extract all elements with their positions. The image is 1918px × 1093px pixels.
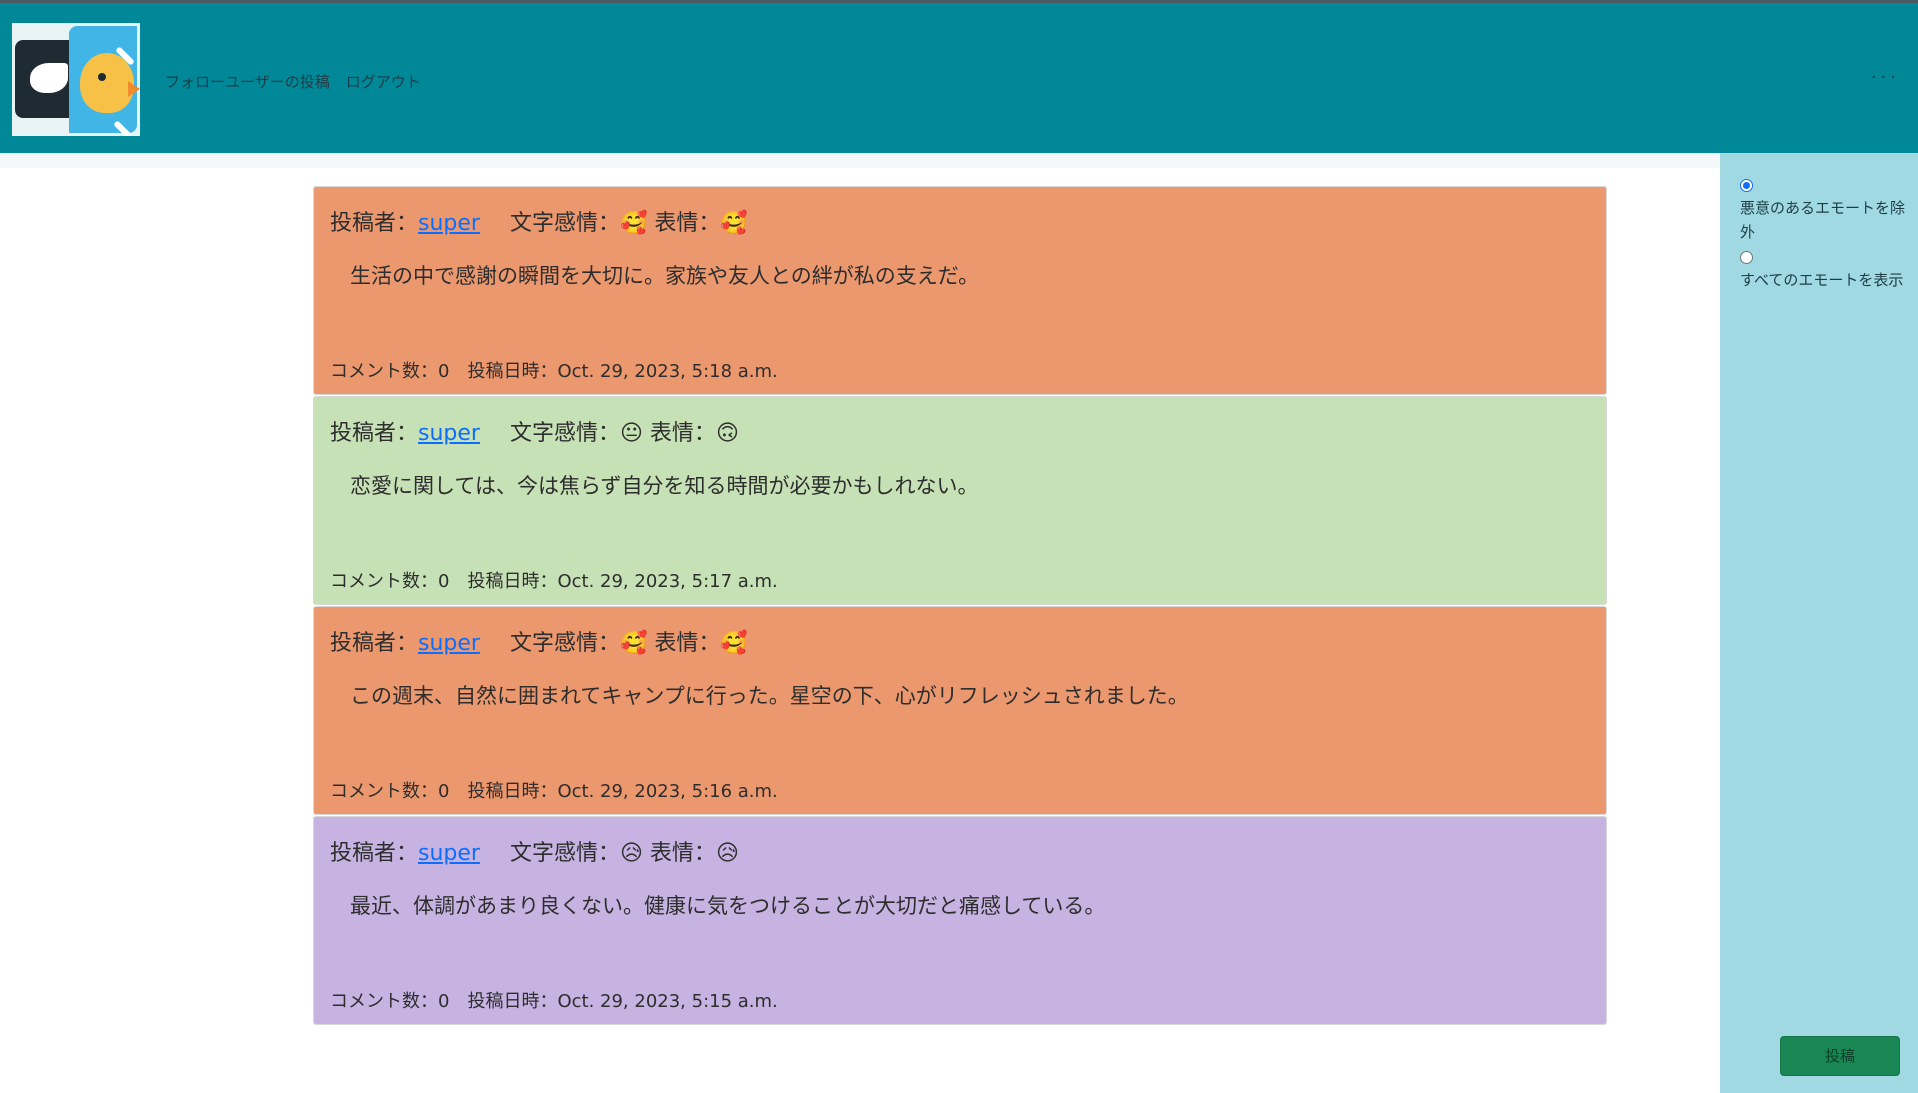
comment-count: コメント数：0 xyxy=(330,991,450,1012)
face-emotion-icon: 🥰 xyxy=(720,631,748,656)
post-body: 恋愛に関しては、今は焦らず自分を知る時間が必要かもしれない。 xyxy=(350,474,979,498)
face-emotion-label: 表情： xyxy=(649,421,716,446)
author-link[interactable]: super xyxy=(418,421,480,446)
post-footer: コメント数：0 投稿日時：Oct. 29, 2023, 5:18 a.m. xyxy=(330,357,778,383)
post-body: この週末、自然に囲まれてキャンプに行った。星空の下、心がリフレッシュされました。 xyxy=(350,684,1189,708)
post-date: 投稿日時：Oct. 29, 2023, 5:18 a.m. xyxy=(467,361,778,382)
post-list: 投稿者：super 文字感情：🥰 表情：🥰 生活の中で感謝の瞬間を大切に。家族や友… xyxy=(313,186,1607,1026)
logo-eye-icon xyxy=(98,73,106,81)
face-emotion-label: 表情： xyxy=(654,211,721,236)
post-date: 投稿日時：Oct. 29, 2023, 5:17 a.m. xyxy=(467,571,778,592)
post-header: 投稿者：super 文字感情：😐 表情：🙃 xyxy=(330,415,739,447)
logo-wing-icon xyxy=(30,63,68,93)
app-logo[interactable] xyxy=(12,23,140,136)
face-emotion-label: 表情： xyxy=(654,631,721,656)
content-top-strip xyxy=(0,153,1720,168)
post-card: 投稿者：super 文字感情：🥰 表情：🥰 この週末、自然に囲まれてキャンプに行っ… xyxy=(313,606,1607,815)
text-emotion-icon: 😐 xyxy=(619,421,643,446)
author-link[interactable]: super xyxy=(418,631,480,656)
face-emotion-icon: 🙃 xyxy=(715,421,739,446)
author-link[interactable]: super xyxy=(418,841,480,866)
post-footer: コメント数：0 投稿日時：Oct. 29, 2023, 5:15 a.m. xyxy=(330,987,778,1013)
post-card: 投稿者：super 文字感情：😥 表情：😥 最近、体調があまり良くない。健康に気を… xyxy=(313,816,1607,1025)
text-emotion-label: 文字感情： xyxy=(509,841,620,866)
nav-followed-posts-link[interactable]: フォローユーザーの投稿 xyxy=(165,71,330,92)
post-footer: コメント数：0 投稿日時：Oct. 29, 2023, 5:16 a.m. xyxy=(330,777,778,803)
text-emotion-icon: 😥 xyxy=(619,841,643,866)
post-footer: コメント数：0 投稿日時：Oct. 29, 2023, 5:17 a.m. xyxy=(330,567,778,593)
post-header: 投稿者：super 文字感情：😥 表情：😥 xyxy=(330,835,739,867)
face-emotion-icon: 😥 xyxy=(715,841,739,866)
comment-count: コメント数：0 xyxy=(330,781,450,802)
text-emotion-icon: 🥰 xyxy=(619,211,648,236)
submit-post-button[interactable]: 投稿 xyxy=(1780,1036,1900,1076)
filter-all-radio[interactable] xyxy=(1740,251,1753,264)
post-header: 投稿者：super 文字感情：🥰 表情：🥰 xyxy=(330,625,748,657)
filter-option-all[interactable]: すべてのエモートを表示 xyxy=(1740,251,1910,292)
author-label: 投稿者： xyxy=(330,841,419,866)
face-emotion-icon: 🥰 xyxy=(720,211,748,236)
post-date: 投稿日時：Oct. 29, 2023, 5:15 a.m. xyxy=(467,991,778,1012)
comment-count: コメント数：0 xyxy=(330,361,450,382)
logo-beak-icon xyxy=(128,81,140,97)
post-date: 投稿日時：Oct. 29, 2023, 5:16 a.m. xyxy=(467,781,778,802)
filter-all-label: すべてのエモートを表示 xyxy=(1740,271,1904,289)
more-dots-icon[interactable]: ··· xyxy=(1871,67,1900,88)
post-card: 投稿者：super 文字感情：😐 表情：🙃 恋愛に関しては、今は焦らず自分を知る時… xyxy=(313,396,1607,605)
text-emotion-label: 文字感情： xyxy=(509,421,620,446)
nav-logout-link[interactable]: ログアウト xyxy=(346,71,421,92)
main-content: 投稿者：super 文字感情：🥰 表情：🥰 生活の中で感謝の瞬間を大切に。家族や友… xyxy=(0,153,1720,1093)
post-body: 最近、体調があまり良くない。健康に気をつけることが大切だと痛感している。 xyxy=(350,894,1106,918)
author-label: 投稿者： xyxy=(330,421,419,446)
author-label: 投稿者： xyxy=(330,211,419,236)
app-header: フォローユーザーの投稿 ログアウト ··· xyxy=(0,0,1918,153)
comment-count: コメント数：0 xyxy=(330,571,450,592)
filter-option-exclude[interactable]: 悪意のあるエモートを除外 xyxy=(1740,179,1910,244)
filter-exclude-radio[interactable] xyxy=(1740,179,1753,192)
author-link[interactable]: super xyxy=(418,211,480,236)
emote-filter-sidebar: 悪意のあるエモートを除外 すべてのエモートを表示 投稿 xyxy=(1720,153,1918,1093)
author-label: 投稿者： xyxy=(330,631,419,656)
text-emotion-label: 文字感情： xyxy=(509,211,620,236)
post-card: 投稿者：super 文字感情：🥰 表情：🥰 生活の中で感謝の瞬間を大切に。家族や友… xyxy=(313,186,1607,395)
main-nav: フォローユーザーの投稿 ログアウト xyxy=(165,71,421,92)
post-header: 投稿者：super 文字感情：🥰 表情：🥰 xyxy=(330,205,748,237)
text-emotion-icon: 🥰 xyxy=(619,631,648,656)
face-emotion-label: 表情： xyxy=(649,841,716,866)
filter-exclude-label: 悪意のあるエモートを除外 xyxy=(1740,199,1906,241)
post-body: 生活の中で感謝の瞬間を大切に。家族や友人との絆が私の支えだ。 xyxy=(350,264,980,288)
text-emotion-label: 文字感情： xyxy=(509,631,620,656)
